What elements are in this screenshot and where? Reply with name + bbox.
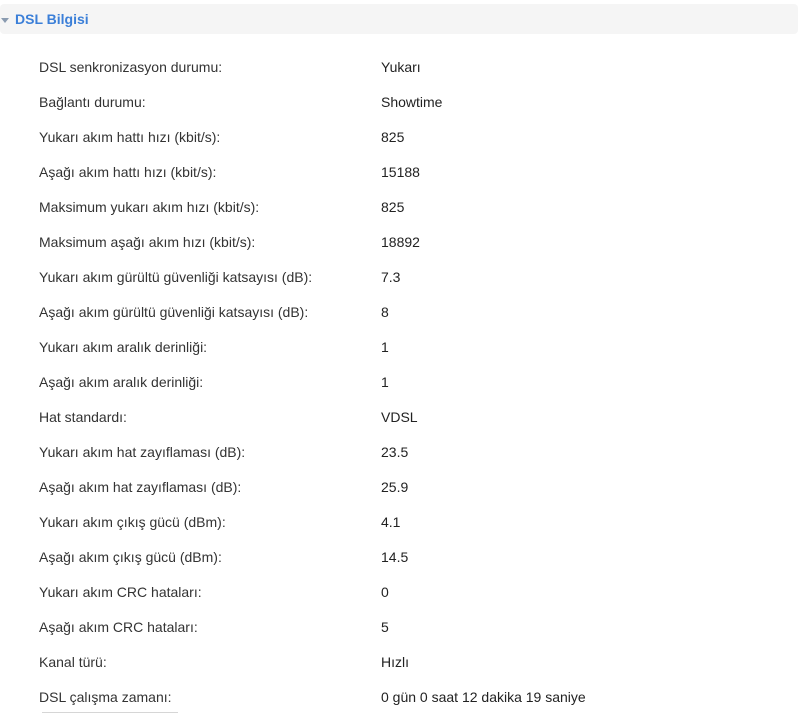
info-row: DSL senkronizasyon durumu: Yukarı	[0, 50, 807, 85]
info-row: Hat standardı: VDSL	[0, 400, 807, 435]
info-value: 0	[381, 584, 389, 600]
info-label: Aşağı akım hattı hızı (kbit/s):	[39, 164, 217, 180]
info-row: Aşağı akım çıkış gücü (dBm): 14.5	[0, 540, 807, 575]
info-value: Showtime	[381, 94, 443, 110]
info-row: Maksimum yukarı akım hızı (kbit/s): 825	[0, 190, 807, 225]
info-label: Yukarı akım aralık derinliği:	[39, 339, 208, 355]
info-row: Kanal türü: Hızlı	[0, 645, 807, 680]
info-value: 15188	[381, 164, 420, 180]
info-value: 8	[381, 304, 389, 320]
info-value: 4.1	[381, 514, 401, 530]
dsl-info-list: DSL senkronizasyon durumu: Yukarı Bağlantı…	[0, 50, 807, 715]
info-row: Aşağı akım aralık derinliği: 1	[0, 365, 807, 400]
info-value: 14.5	[381, 549, 409, 565]
info-row: Yukarı akım çıkış gücü (dBm): 4.1	[0, 505, 807, 540]
info-label: DSL senkronizasyon durumu:	[39, 59, 223, 75]
caret-down-icon[interactable]	[1, 17, 9, 23]
info-label: Aşağı akım aralık derinliği:	[39, 374, 204, 390]
dsl-info-page: DSL Bilgisi DSL senkronizasyon durumu: Yu…	[0, 0, 807, 715]
info-row: Maksimum aşağı akım hızı (kbit/s): 18892	[0, 225, 807, 260]
info-value: 7.3	[381, 269, 401, 285]
info-label: Yukarı akım hattı hızı (kbit/s):	[39, 129, 221, 145]
info-value: 825	[381, 199, 405, 215]
info-label: Bağlantı durumu:	[39, 94, 146, 110]
info-label: DSL çalışma zamanı:	[39, 689, 172, 705]
info-row: Aşağı akım gürültü güvenliği katsayısı (…	[0, 295, 807, 330]
info-row: Yukarı akım gürültü güvenliği katsayısı …	[0, 260, 807, 295]
info-label: Aşağı akım hat zayıflaması (dB):	[39, 479, 242, 495]
info-value: 0 gün 0 saat 12 dakika 19 saniye	[381, 689, 586, 705]
info-row: Aşağı akım hat zayıflaması (dB): 25.9	[0, 470, 807, 505]
info-label: Yukarı akım hat zayıflaması (dB):	[39, 444, 246, 460]
info-label: Yukarı akım gürültü güvenliği katsayısı …	[39, 269, 313, 285]
info-row: Yukarı akım hat zayıflaması (dB): 23.5	[0, 435, 807, 470]
info-value: Hızlı	[381, 654, 409, 670]
info-row: Yukarı akım hattı hızı (kbit/s): 825	[0, 120, 807, 155]
info-label: Yukarı akım çıkış gücü (dBm):	[39, 514, 226, 530]
info-row: Yukarı akım aralık derinliği: 1	[0, 330, 807, 365]
info-value: 5	[381, 619, 389, 635]
section-title: DSL Bilgisi	[15, 11, 89, 27]
info-value: 18892	[381, 234, 420, 250]
info-label: Yukarı akım CRC hataları:	[39, 584, 202, 600]
info-value: 1	[381, 374, 389, 390]
info-label: Aşağı akım gürültü güvenliği katsayısı (…	[39, 304, 309, 320]
info-row: Aşağı akım CRC hataları: 5	[0, 610, 807, 645]
info-row: DSL çalışma zamanı: 0 gün 0 saat 12 dakik…	[0, 680, 807, 715]
info-label: Hat standardı:	[39, 409, 127, 425]
info-row: Yukarı akım CRC hataları: 0	[0, 575, 807, 610]
info-value: Yukarı	[381, 59, 421, 75]
divider	[42, 712, 178, 713]
info-value: 25.9	[381, 479, 409, 495]
info-label: Maksimum aşağı akım hızı (kbit/s):	[39, 234, 256, 250]
info-value: VDSL	[381, 409, 418, 425]
info-label: Maksimum yukarı akım hızı (kbit/s):	[39, 199, 260, 215]
info-value: 825	[381, 129, 405, 145]
info-label: Aşağı akım CRC hataları:	[39, 619, 198, 635]
info-row: Aşağı akım hattı hızı (kbit/s): 15188	[0, 155, 807, 190]
info-row: Bağlantı durumu: Showtime	[0, 85, 807, 120]
info-value: 1	[381, 339, 389, 355]
info-value: 23.5	[381, 444, 409, 460]
info-label: Aşağı akım çıkış gücü (dBm):	[39, 549, 222, 565]
info-label: Kanal türü:	[39, 654, 107, 670]
dsl-info-section-header[interactable]: DSL Bilgisi	[0, 4, 798, 34]
